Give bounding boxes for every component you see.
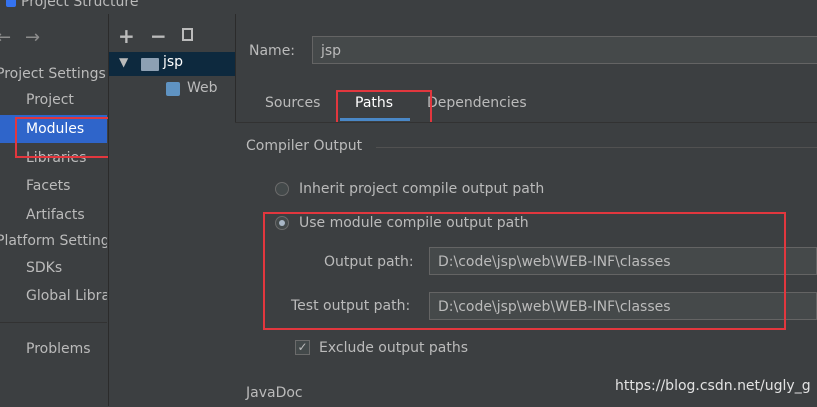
sidebar-item-sdks[interactable]: SDKs xyxy=(26,260,62,276)
plus-icon[interactable]: + xyxy=(118,24,135,48)
tab-dependencies[interactable]: Dependencies xyxy=(427,95,527,111)
chevron-down-icon[interactable]: ▼ xyxy=(119,55,128,69)
annotation-box-modules xyxy=(15,117,113,158)
javadoc-heading: JavaDoc xyxy=(246,385,303,401)
watermark-text: https://blog.csdn.net/ugly_g xyxy=(615,378,811,394)
tree-item-jsp[interactable]: jsp xyxy=(163,54,183,70)
exclude-output-label[interactable]: Exclude output paths xyxy=(319,340,468,356)
compiler-output-heading: Compiler Output xyxy=(246,138,363,154)
window-title: Project Structure xyxy=(21,0,139,10)
name-label: Name: xyxy=(249,43,296,59)
copy-icon[interactable] xyxy=(182,28,193,41)
arrow-right-icon[interactable]: → xyxy=(25,27,40,48)
inherit-output-radio[interactable] xyxy=(275,182,289,196)
section-platform-settings: Platform Settings xyxy=(0,233,107,249)
web-facet-icon xyxy=(166,82,180,96)
tab-sources[interactable]: Sources xyxy=(265,95,320,111)
sidebar-item-global-libraries[interactable]: Global Libraries xyxy=(26,288,107,304)
app-icon xyxy=(6,0,16,7)
sidebar-divider xyxy=(0,322,107,323)
section-project-settings: Project Settings xyxy=(0,66,106,82)
tree-item-web[interactable]: Web xyxy=(187,80,218,96)
settings-sidebar: ← → Project Settings Project Modules Lib… xyxy=(0,14,107,406)
exclude-output-checkbox[interactable]: ✓ xyxy=(295,340,310,355)
sidebar-item-project[interactable]: Project xyxy=(26,92,74,108)
compiler-output-separator xyxy=(376,147,817,148)
module-name-input[interactable]: jsp xyxy=(312,36,817,64)
title-bar: Project Structure xyxy=(0,0,817,14)
minus-icon[interactable]: − xyxy=(150,24,167,48)
annotation-box-output-paths xyxy=(263,212,786,330)
folder-icon xyxy=(141,58,159,71)
sidebar-item-problems[interactable]: Problems xyxy=(26,341,91,357)
sidebar-item-facets[interactable]: Facets xyxy=(26,178,70,194)
module-tree-panel: + − ▼ jsp Web xyxy=(108,14,235,406)
inherit-output-label[interactable]: Inherit project compile output path xyxy=(299,181,544,197)
sidebar-item-artifacts[interactable]: Artifacts xyxy=(26,207,85,223)
arrow-left-icon[interactable]: ← xyxy=(0,27,11,48)
